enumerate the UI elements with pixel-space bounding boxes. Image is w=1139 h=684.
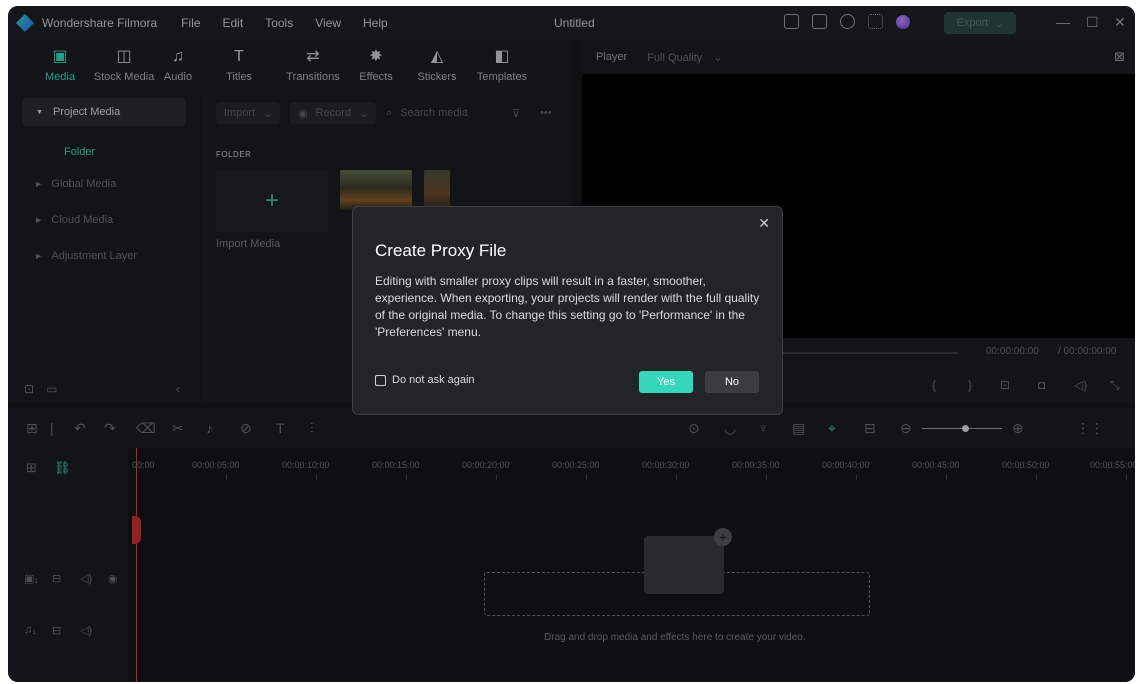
no-button[interactable]: No [705, 371, 759, 393]
create-proxy-dialog: ✕ Create Proxy File Editing with smaller… [352, 206, 783, 415]
do-not-ask-checkbox[interactable]: Do not ask again [375, 374, 475, 386]
dialog-body: Editing with smaller proxy clips will re… [375, 274, 760, 339]
checkbox-box[interactable] [375, 374, 386, 386]
checkbox-label: Do not ask again [392, 374, 475, 386]
close-icon[interactable]: ✕ [758, 215, 770, 232]
yes-button[interactable]: Yes [639, 371, 693, 393]
dialog-title: Create Proxy File [375, 241, 507, 260]
app-window: Wondershare Filmora File Edit Tools View… [8, 6, 1135, 682]
